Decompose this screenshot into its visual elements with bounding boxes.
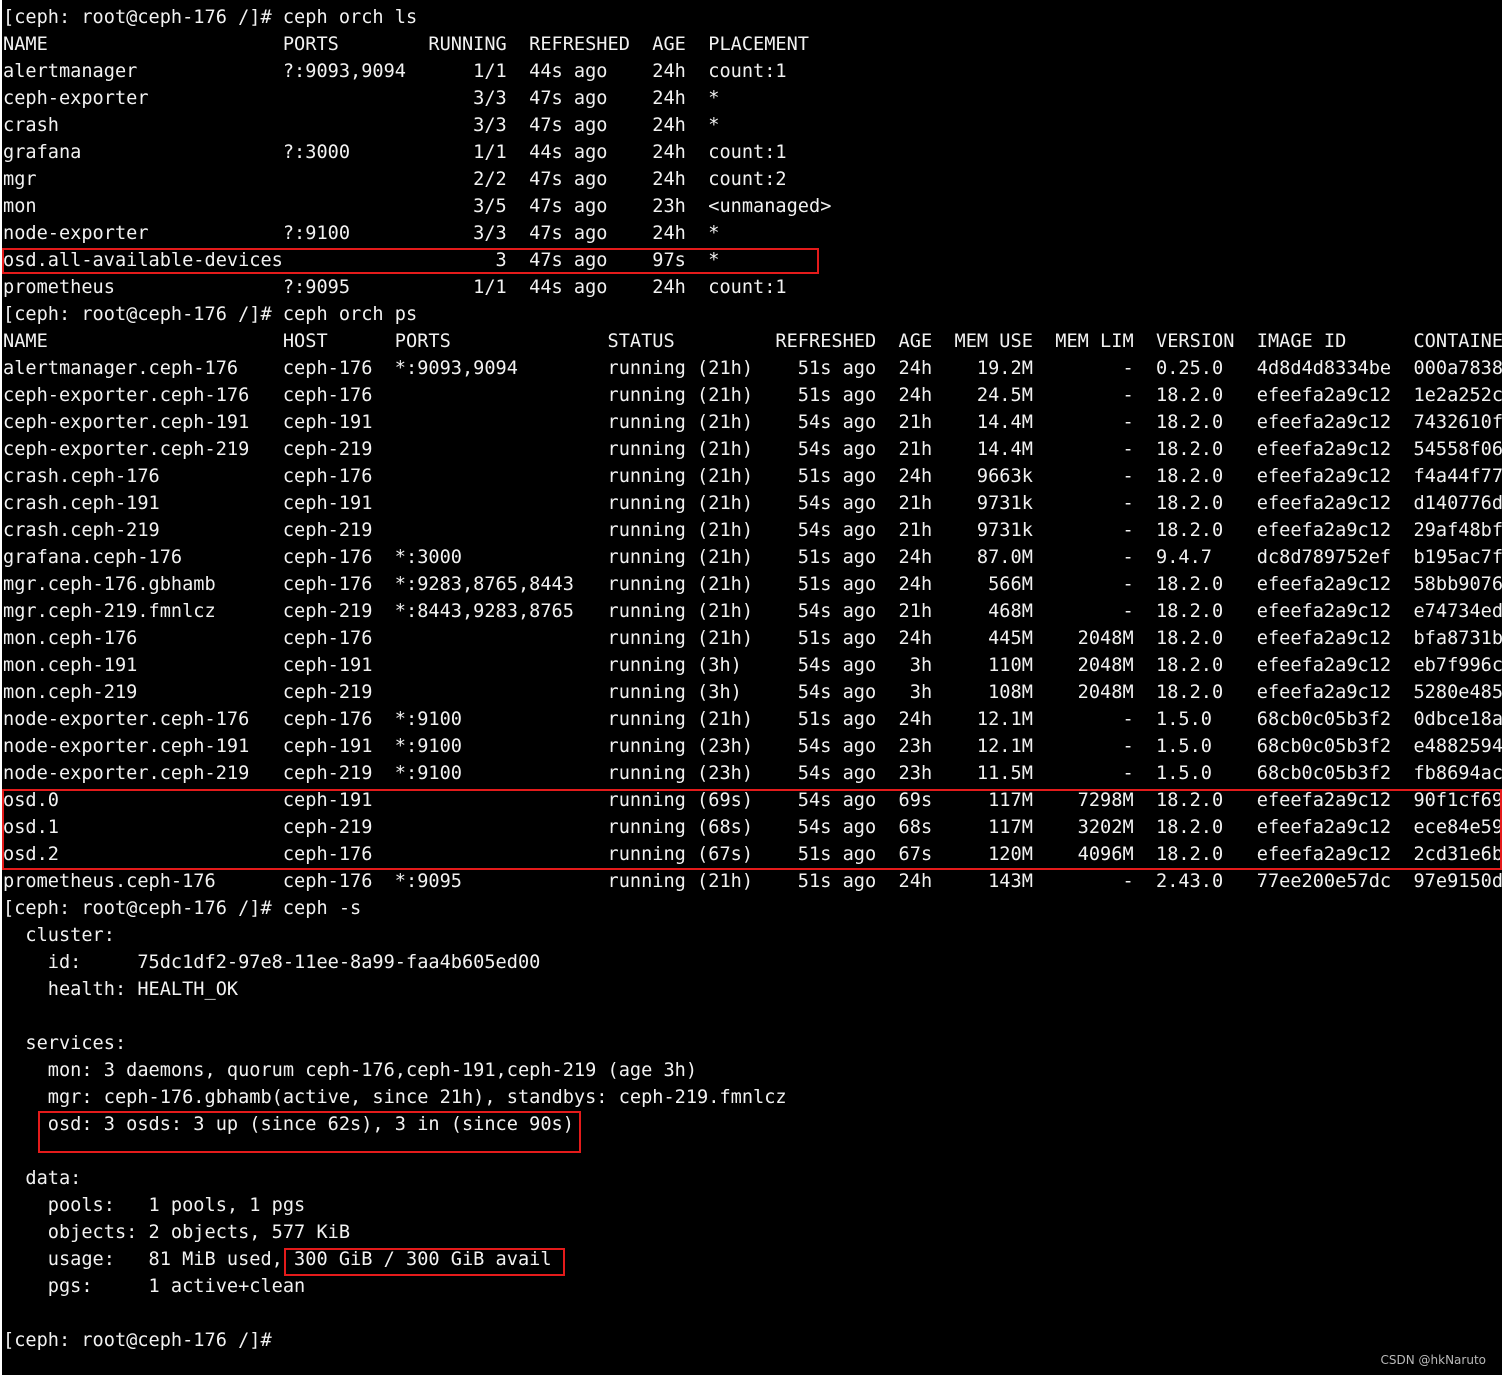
terminal-line: mon.ceph-219 ceph-219 running (3h) 54s a… xyxy=(3,682,1502,703)
terminal-line: [ceph: root@ceph-176 /]# ceph -s xyxy=(3,898,362,919)
terminal-output: [ceph: root@ceph-176 /]# ceph orch ls NAM… xyxy=(3,4,1502,1354)
terminal-line: grafana ?:3000 1/1 44s ago 24h count:1 xyxy=(3,142,787,163)
terminal-line: osd.0 ceph-191 running (69s) 54s ago 69s… xyxy=(3,790,1502,811)
terminal-line: services: xyxy=(3,1033,127,1054)
terminal-line: mon.ceph-176 ceph-176 running (21h) 51s … xyxy=(3,628,1502,649)
terminal-line: pgs: 1 active+clean xyxy=(3,1276,306,1297)
terminal-line: cluster: xyxy=(3,925,115,946)
terminal-line: usage: 81 MiB used, 300 GiB / 300 GiB av… xyxy=(3,1249,552,1270)
terminal-line: data: xyxy=(3,1168,82,1189)
terminal-line: osd.2 ceph-176 running (67s) 51s ago 67s… xyxy=(3,844,1502,865)
terminal-line: crash.ceph-176 ceph-176 running (21h) 51… xyxy=(3,466,1502,487)
terminal-line: mgr: ceph-176.gbhamb(active, since 21h),… xyxy=(3,1087,787,1108)
terminal-line: crash 3/3 47s ago 24h * xyxy=(3,115,720,136)
terminal-line: crash.ceph-191 ceph-191 running (21h) 54… xyxy=(3,493,1502,514)
terminal-window[interactable]: [ceph: root@ceph-176 /]# ceph orch ls NAM… xyxy=(2,0,1502,1375)
terminal-line: mon: 3 daemons, quorum ceph-176,ceph-191… xyxy=(3,1060,698,1081)
terminal-line: node-exporter.ceph-191 ceph-191 *:9100 r… xyxy=(3,736,1502,757)
terminal-line: ceph-exporter.ceph-176 ceph-176 running … xyxy=(3,385,1502,406)
terminal-line: NAME PORTS RUNNING REFRESHED AGE PLACEME… xyxy=(3,34,809,55)
terminal-line: mgr 2/2 47s ago 24h count:2 xyxy=(3,169,787,190)
terminal-line: osd: 3 osds: 3 up (since 62s), 3 in (sin… xyxy=(3,1114,574,1135)
terminal-line: [ceph: root@ceph-176 /]# xyxy=(3,1330,272,1351)
terminal-line: objects: 2 objects, 577 KiB xyxy=(3,1222,351,1243)
terminal-line: [ceph: root@ceph-176 /]# ceph orch ls xyxy=(3,7,418,28)
terminal-line: ceph-exporter.ceph-219 ceph-219 running … xyxy=(3,439,1502,460)
terminal-line: mon.ceph-191 ceph-191 running (3h) 54s a… xyxy=(3,655,1502,676)
terminal-line: node-exporter ?:9100 3/3 47s ago 24h * xyxy=(3,223,720,244)
terminal-line: NAME HOST PORTS STATUS REFRESHED AGE MEM… xyxy=(3,331,1502,352)
terminal-line: [ceph: root@ceph-176 /]# ceph orch ps xyxy=(3,304,418,325)
terminal-line: mgr.ceph-176.gbhamb ceph-176 *:9283,8765… xyxy=(3,574,1502,595)
terminal-line: id: 75dc1df2-97e8-11ee-8a99-faa4b605ed00 xyxy=(3,952,541,973)
terminal-line: grafana.ceph-176 ceph-176 *:3000 running… xyxy=(3,547,1502,568)
terminal-line: crash.ceph-219 ceph-219 running (21h) 54… xyxy=(3,520,1502,541)
terminal-line: health: HEALTH_OK xyxy=(3,979,239,1000)
terminal-line: node-exporter.ceph-219 ceph-219 *:9100 r… xyxy=(3,763,1502,784)
terminal-line: osd.1 ceph-219 running (68s) 54s ago 68s… xyxy=(3,817,1502,838)
terminal-line: alertmanager.ceph-176 ceph-176 *:9093,90… xyxy=(3,358,1502,379)
terminal-line: mgr.ceph-219.fmnlcz ceph-219 *:8443,9283… xyxy=(3,601,1502,622)
terminal-line: mon 3/5 47s ago 23h <unmanaged> xyxy=(3,196,832,217)
terminal-line: ceph-exporter.ceph-191 ceph-191 running … xyxy=(3,412,1502,433)
terminal-line: node-exporter.ceph-176 ceph-176 *:9100 r… xyxy=(3,709,1502,730)
terminal-line: alertmanager ?:9093,9094 1/1 44s ago 24h… xyxy=(3,61,787,82)
terminal-line: osd.all-available-devices 3 47s ago 97s … xyxy=(3,250,720,271)
terminal-line: prometheus.ceph-176 ceph-176 *:9095 runn… xyxy=(3,871,1502,892)
terminal-line: pools: 1 pools, 1 pgs xyxy=(3,1195,306,1216)
watermark: CSDN @hkNaruto xyxy=(1380,1353,1487,1367)
terminal-line: ceph-exporter 3/3 47s ago 24h * xyxy=(3,88,720,109)
terminal-line: prometheus ?:9095 1/1 44s ago 24h count:… xyxy=(3,277,787,298)
